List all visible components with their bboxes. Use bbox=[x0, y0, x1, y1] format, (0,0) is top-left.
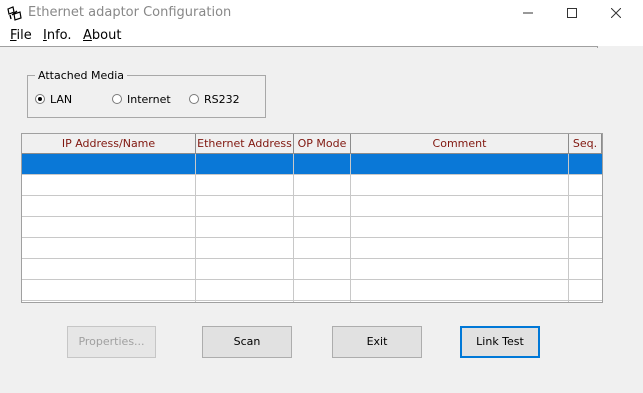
column-header-comment[interactable]: Comment bbox=[351, 134, 569, 154]
radio-rs232-label: RS232 bbox=[204, 93, 240, 106]
maximize-icon bbox=[567, 8, 577, 18]
window-title: Ethernet adaptor Configuration bbox=[28, 5, 232, 20]
table-row[interactable] bbox=[22, 280, 602, 301]
maximize-button[interactable] bbox=[549, 0, 595, 27]
link-test-button[interactable]: Link Test bbox=[460, 326, 540, 358]
attached-media-legend: Attached Media bbox=[35, 69, 128, 82]
column-header-ip-address[interactable]: IP Address/Name bbox=[22, 134, 196, 154]
top-divider bbox=[0, 46, 598, 48]
table-row[interactable] bbox=[22, 175, 602, 196]
radio-internet-indicator[interactable] bbox=[112, 94, 122, 104]
menu-bar: File Info. About bbox=[0, 27, 643, 46]
menu-about[interactable]: About bbox=[83, 28, 121, 43]
column-divider bbox=[350, 154, 351, 302]
title-bar[interactable]: Ethernet adaptor Configuration bbox=[0, 0, 643, 27]
table-row[interactable] bbox=[22, 154, 602, 175]
network-app-icon bbox=[6, 6, 22, 22]
column-divider bbox=[195, 154, 196, 302]
properties-button[interactable]: Properties... bbox=[67, 326, 156, 358]
table-row[interactable] bbox=[22, 238, 602, 259]
table-row[interactable] bbox=[22, 217, 602, 238]
radio-rs232-indicator[interactable] bbox=[189, 94, 199, 104]
minimize-icon bbox=[523, 12, 533, 14]
column-divider bbox=[568, 154, 569, 302]
close-button[interactable] bbox=[593, 0, 639, 27]
scan-button[interactable]: Scan bbox=[202, 326, 292, 358]
column-header-seq[interactable]: Seq. bbox=[569, 134, 602, 154]
menu-info[interactable]: Info. bbox=[43, 28, 72, 43]
column-divider bbox=[293, 154, 294, 302]
table-row[interactable] bbox=[22, 196, 602, 217]
radio-lan-label: LAN bbox=[50, 93, 73, 106]
column-header-op-mode[interactable]: OP Mode bbox=[294, 134, 351, 154]
menu-file[interactable]: File bbox=[10, 28, 32, 43]
radio-lan-indicator[interactable] bbox=[35, 94, 45, 104]
column-header-ethernet-address[interactable]: Ethernet Address bbox=[196, 134, 294, 154]
radio-internet-label: Internet bbox=[127, 93, 171, 106]
minimize-button[interactable] bbox=[505, 0, 551, 27]
device-table[interactable]: IP Address/Name Ethernet Address OP Mode… bbox=[21, 133, 603, 303]
close-icon bbox=[611, 8, 621, 18]
exit-button[interactable]: Exit bbox=[332, 326, 422, 358]
table-row[interactable] bbox=[22, 259, 602, 280]
